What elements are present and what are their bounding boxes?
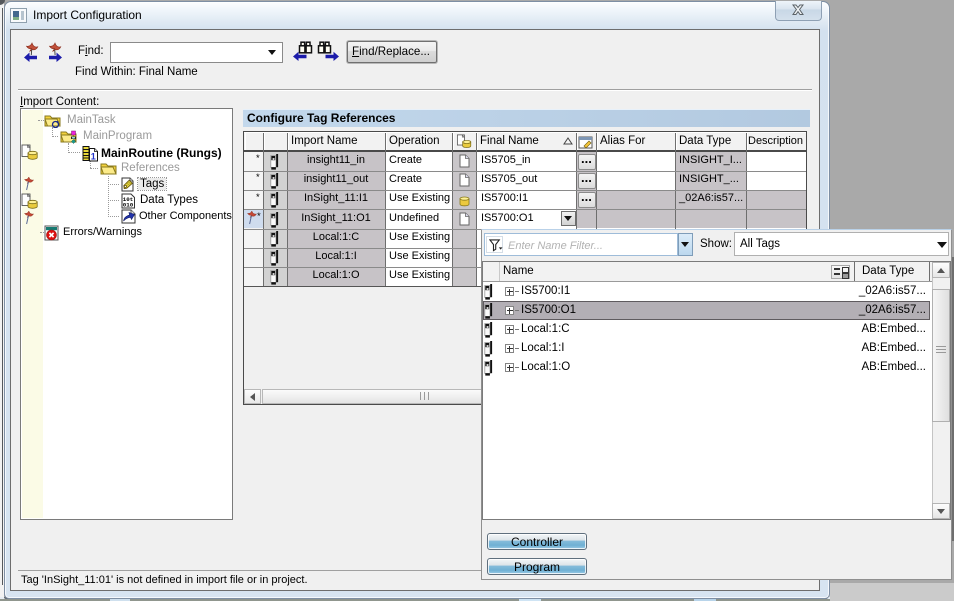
svg-text:1: 1: [91, 152, 96, 162]
svg-text:010: 010: [123, 202, 134, 209]
